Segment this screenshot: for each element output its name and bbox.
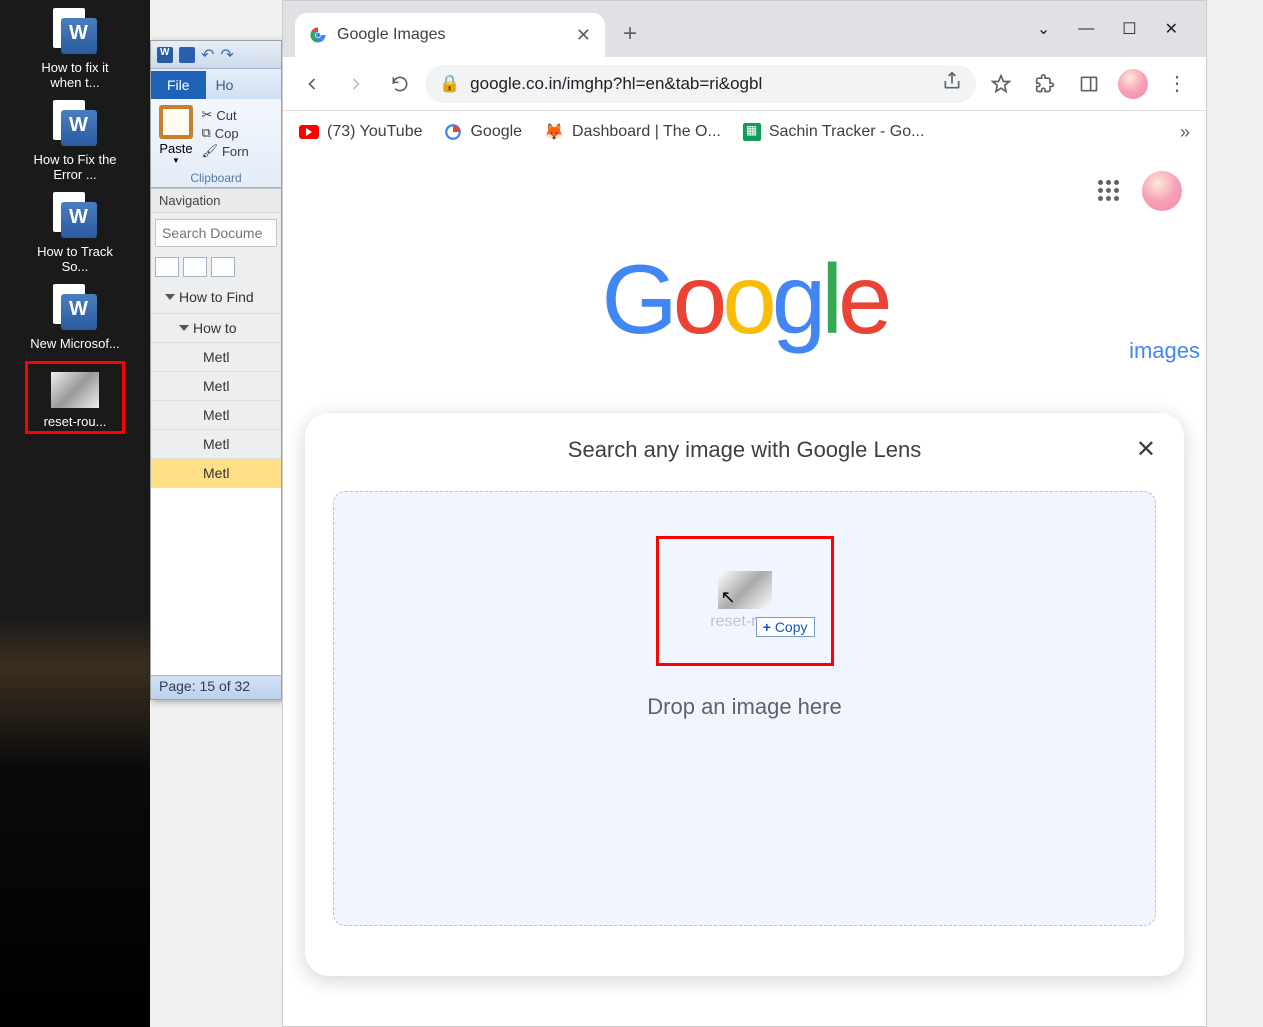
nav-view-switcher[interactable] — [151, 253, 281, 281]
save-icon[interactable] — [179, 47, 195, 63]
nav-item[interactable]: Metl — [151, 401, 281, 430]
home-tab[interactable]: Ho — [206, 71, 244, 99]
format-painter-button[interactable]: 🖌Forn — [201, 143, 248, 159]
navigation-pane: Navigation How to Find How to Metl Metl … — [151, 188, 281, 488]
close-tab-icon[interactable]: ✕ — [576, 25, 591, 46]
word-titlebar[interactable]: W ↶ ↷ — [151, 41, 281, 69]
desktop-icon-word-2[interactable]: How to Fix the Error ... — [30, 100, 120, 182]
copy-tooltip: Copy — [756, 617, 815, 637]
sidepanel-icon[interactable] — [1070, 65, 1108, 103]
word-window: W ↶ ↷ File Ho Paste ▼ ✂Cut ⧉Cop 🖌Forn Cl… — [150, 40, 282, 700]
share-icon[interactable] — [942, 71, 962, 96]
maximize-button[interactable]: ☐ — [1122, 19, 1136, 39]
cut-button[interactable]: ✂Cut — [201, 107, 248, 123]
bookmarks-overflow-icon[interactable]: » — [1180, 122, 1190, 143]
paste-button[interactable]: Paste ▼ — [159, 105, 193, 165]
reload-button[interactable] — [381, 65, 419, 103]
lens-title: Search any image with Google Lens — [333, 437, 1156, 463]
drag-highlight: ↖ reset-ro... Copy — [656, 536, 834, 666]
image-file-icon — [51, 372, 99, 408]
nav-heading-2[interactable]: How to — [151, 314, 281, 343]
clipboard-icon — [159, 105, 193, 139]
desktop-icon-word-3[interactable]: How to Track So... — [30, 192, 120, 274]
nav-item-selected[interactable]: Metl — [151, 459, 281, 488]
forward-button[interactable] — [337, 65, 375, 103]
window-controls: ⌄ — ☐ ✕ — [1009, 1, 1206, 57]
nav-heading-1[interactable]: How to Find — [151, 281, 281, 314]
desktop-icon-label: How to fix it when t... — [30, 60, 120, 90]
youtube-icon — [299, 125, 319, 139]
desktop-icon-label: How to Fix the Error ... — [30, 152, 120, 182]
nav-item[interactable]: Metl — [151, 430, 281, 459]
redo-icon[interactable]: ↷ — [220, 45, 233, 65]
minimize-button[interactable]: — — [1078, 20, 1094, 38]
image-drop-zone[interactable]: ↖ reset-ro... Copy Drop an image here — [333, 491, 1156, 926]
fox-icon: 🦊 — [544, 122, 564, 142]
chrome-window: ⌄ — ☐ ✕ Google Images ✕ + 🔒 google.co.in… — [282, 0, 1207, 1027]
back-button[interactable] — [293, 65, 331, 103]
chrome-menu-icon[interactable]: ⋮ — [1158, 65, 1196, 103]
browser-toolbar: 🔒 google.co.in/imghp?hl=en&tab=ri&ogbl ⋮ — [283, 57, 1206, 111]
sheets-icon — [743, 123, 761, 141]
desktop-icon-image-selected[interactable]: reset-rou... — [25, 361, 125, 434]
browser-tab[interactable]: Google Images ✕ — [295, 13, 605, 57]
profile-avatar[interactable] — [1114, 65, 1152, 103]
desktop-background: How to fix it when t... How to Fix the E… — [0, 0, 150, 1027]
desktop-icon-word-1[interactable]: How to fix it when t... — [30, 8, 120, 90]
undo-icon[interactable]: ↶ — [201, 45, 214, 65]
desktop-icon-label: How to Track So... — [30, 244, 120, 274]
desktop-icon-label: New Microsof... — [30, 336, 120, 351]
page-content: Google images Search any image with Goog… — [283, 153, 1206, 1026]
bookmark-tracker[interactable]: Sachin Tracker - Go... — [743, 123, 925, 141]
desktop-icon-word-4[interactable]: New Microsof... — [30, 284, 120, 351]
url-text: google.co.in/imghp?hl=en&tab=ri&ogbl — [470, 74, 762, 94]
new-tab-button[interactable]: + — [613, 17, 647, 51]
copy-icon: ⧉ — [201, 125, 210, 141]
brush-icon: 🖌 — [201, 143, 218, 159]
google-icon — [444, 123, 462, 141]
drop-instruction: Drop an image here — [647, 694, 841, 720]
navigation-title: Navigation — [151, 189, 281, 213]
account-avatar[interactable] — [1142, 171, 1182, 211]
word-app-icon: W — [157, 47, 173, 63]
bookmark-dashboard[interactable]: 🦊Dashboard | The O... — [544, 122, 721, 142]
close-window-button[interactable]: ✕ — [1165, 19, 1178, 39]
bookmark-youtube[interactable]: (73) YouTube — [299, 123, 422, 141]
bookmark-star-icon[interactable] — [982, 65, 1020, 103]
file-tab[interactable]: File — [151, 71, 206, 99]
address-bar[interactable]: 🔒 google.co.in/imghp?hl=en&tab=ri&ogbl — [425, 65, 976, 103]
word-status-bar: Page: 15 of 32 — [151, 675, 281, 699]
cursor-icon: ↖ — [721, 587, 736, 608]
google-logo: Google images — [283, 243, 1206, 364]
google-apps-icon[interactable] — [1098, 180, 1120, 202]
scissors-icon: ✂ — [201, 107, 212, 123]
google-favicon — [309, 26, 327, 44]
google-lens-panel: Search any image with Google Lens ✕ ↖ re… — [305, 413, 1184, 976]
tab-title: Google Images — [337, 26, 446, 44]
nav-search-input[interactable] — [155, 219, 277, 247]
extensions-icon[interactable] — [1026, 65, 1064, 103]
nav-item[interactable]: Metl — [151, 343, 281, 372]
close-lens-button[interactable]: ✕ — [1136, 435, 1156, 464]
desktop-icon-label: reset-rou... — [30, 414, 120, 429]
chevron-down-icon[interactable]: ⌄ — [1037, 19, 1050, 39]
bookmark-google[interactable]: Google — [444, 123, 522, 141]
ribbon-tabs: File Ho — [151, 69, 281, 99]
nav-item[interactable]: Metl — [151, 372, 281, 401]
clipboard-group-label: Clipboard — [159, 171, 273, 185]
collapse-icon — [179, 325, 189, 331]
collapse-icon — [165, 294, 175, 300]
ribbon: Paste ▼ ✂Cut ⧉Cop 🖌Forn Clipboard — [151, 99, 281, 188]
copy-button[interactable]: ⧉Cop — [201, 125, 248, 141]
lock-icon: 🔒 — [439, 74, 460, 94]
bookmarks-bar: (73) YouTube Google 🦊Dashboard | The O..… — [283, 111, 1206, 153]
